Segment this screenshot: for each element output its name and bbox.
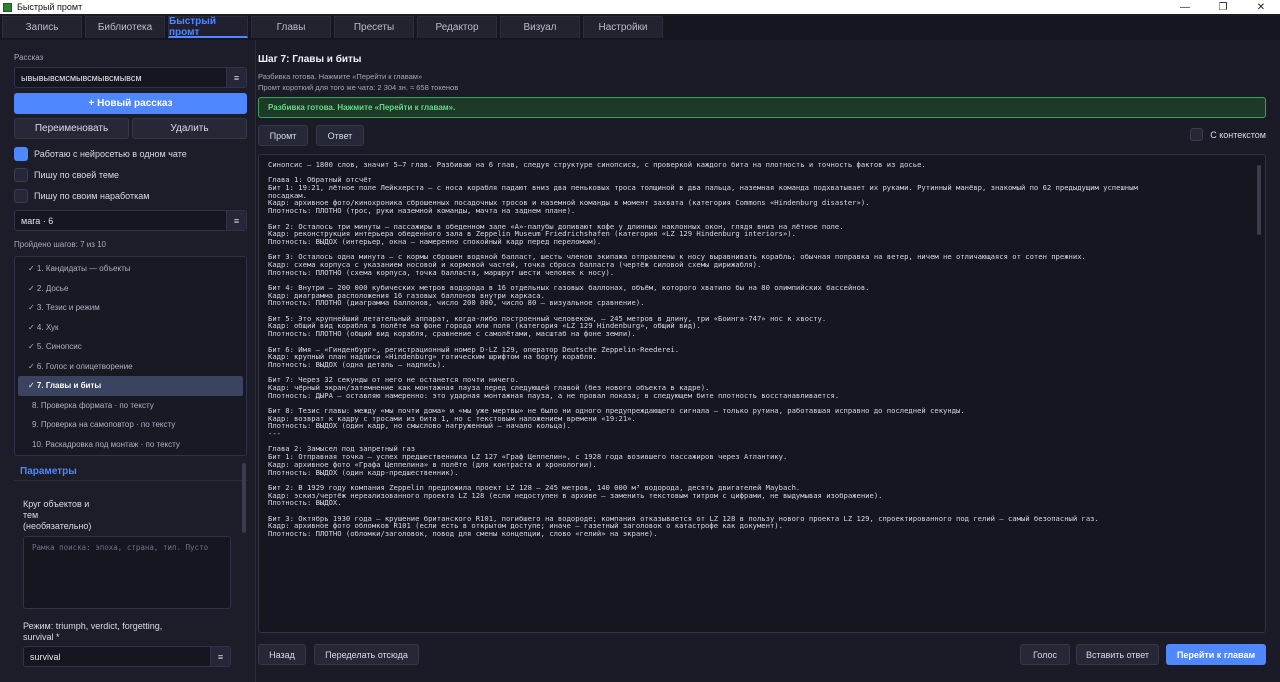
regime-label-line: survival * (23, 632, 60, 642)
minimize-icon[interactable]: — (1166, 0, 1204, 14)
output-line: --- (268, 429, 281, 439)
output-line: Кадр: эскиз/чертёж нереализованного прое… (268, 490, 883, 500)
mode-select-value: мага · 6 (21, 215, 54, 226)
check-one-chat[interactable]: Работаю с нейросетью в одном чате (14, 146, 187, 162)
tab-editor[interactable]: Редактор (417, 16, 497, 38)
back-button[interactable]: Назад (258, 644, 306, 665)
objects-label-line: (необязательно) (23, 521, 92, 531)
check-own-topic[interactable]: Пишу по своей теме (14, 167, 119, 183)
status-text: Разбивка готова. Нажмите «Перейти к глав… (258, 72, 423, 81)
params-title: Параметры (14, 463, 247, 481)
output-line: Бит 1: 19:21, лётное поле Лейкхерста — с… (268, 183, 1138, 193)
step-item-active[interactable]: ✓ 7. Главы и биты (18, 376, 243, 396)
step-item[interactable]: ✓ 2. Досье (18, 279, 243, 299)
output-line: Синопсис — 1800 слов, значит 5–7 глав. Р… (268, 160, 926, 169)
sidebar: Рассказ ывывывсмсмывсмывсмывсм ≡ + Новый… (0, 40, 256, 682)
tab-library[interactable]: Библиотека (85, 16, 165, 38)
rename-button[interactable]: Переименовать (14, 118, 129, 139)
delete-button[interactable]: Удалить (132, 118, 247, 139)
output-scrollbar[interactable] (1257, 165, 1261, 235)
checkbox-checked-icon[interactable] (14, 147, 28, 161)
steps-list: ✓ 1. Кандидаты — объекты ✓ 2. Досье ✓ 3.… (14, 256, 247, 456)
context-toggle[interactable]: С контекстом (1190, 128, 1266, 141)
menu-icon[interactable]: ≡ (226, 68, 246, 87)
output-line: Плотность: ПЛОТНО (схема корпуса, точка … (268, 267, 615, 277)
prompt-size-text: Промт короткий для того же чата: 2 304 з… (258, 83, 459, 92)
tab-visual[interactable]: Визуал (500, 16, 580, 38)
page-title: Шаг 7: Главы и биты (258, 54, 362, 65)
output-line: Плотность: ВЫДОХ (один кадр-предшественн… (268, 467, 459, 477)
step-item[interactable]: ✓ 5. Синопсис (18, 337, 243, 357)
output-line: Плотность: ВЫДОХ. (268, 498, 342, 508)
main-panel: Шаг 7: Главы и биты Разбивка готова. Наж… (257, 40, 1280, 682)
output-line: Плотность: ПЛОТНО (трос, руки наземной к… (268, 206, 576, 216)
window-title: Быстрый промт (17, 2, 83, 12)
objects-label: Круг объектов и тем (необязательно) (23, 499, 91, 532)
regime-select[interactable]: survival ≡ (23, 646, 231, 667)
window-titlebar: Быстрый промт — ❐ ✕ (0, 0, 1280, 14)
prompt-button[interactable]: Промт (258, 125, 308, 146)
check-one-chat-label: Работаю с нейросетью в одном чате (34, 149, 187, 159)
story-label: Рассказ (14, 53, 44, 62)
output-line: Плотность: ВЫДОХ (один кадр, но смыслово… (268, 421, 571, 431)
menu-icon[interactable]: ≡ (226, 211, 246, 230)
tab-record[interactable]: Запись (2, 16, 82, 38)
new-story-button[interactable]: + Новый рассказ (14, 93, 247, 114)
tab-presets[interactable]: Пресеты (334, 16, 414, 38)
tab-quick-prompt[interactable]: Быстрый промт (168, 16, 248, 38)
answer-button[interactable]: Ответ (316, 125, 364, 146)
story-select-value: ывывывсмсмывсмывсмывсм (21, 72, 142, 83)
output-lines: Синопсис — 1800 слов, значит 5–7 глав. Р… (268, 161, 1255, 538)
output-line: Плотность: ПЛОТНО (обломки/заголовок, по… (268, 529, 658, 538)
step-item[interactable]: 10. Раскадровка под монтаж · по тексту (18, 435, 243, 455)
output-line: Плотность: ВЫДОХ (одна деталь — надпись)… (268, 359, 446, 369)
check-own-drafts-label: Пишу по своим наработкам (34, 191, 150, 201)
context-label: С контекстом (1210, 129, 1266, 140)
tab-bar: Запись Библиотека Быстрый промт Главы Пр… (0, 16, 1280, 40)
maximize-icon[interactable]: ❐ (1204, 0, 1242, 14)
step-item[interactable]: ✓ 1. Кандидаты — объекты (18, 259, 243, 279)
regime-label: Режим: triumph, verdict, forgetting, sur… (23, 621, 162, 643)
mode-select[interactable]: мага · 6 ≡ (14, 210, 247, 231)
output-line: Плотность: ПЛОТНО (диаграмма баллонов, ч… (268, 298, 645, 308)
objects-textarea[interactable]: Рамка поиска: эпоха, страна, тип. Пусто (23, 536, 231, 609)
close-icon[interactable]: ✕ (1242, 0, 1280, 14)
objects-label-line: Круг объектов и (23, 499, 90, 509)
check-own-topic-label: Пишу по своей теме (34, 170, 120, 180)
regime-select-value: survival (30, 651, 61, 662)
insert-answer-button[interactable]: Вставить ответ (1076, 644, 1159, 665)
redo-button[interactable]: Переделать отсюда (314, 644, 419, 665)
success-banner: Разбивка готова. Нажмите «Перейти к глав… (258, 97, 1266, 118)
params-scrollbar[interactable] (242, 463, 246, 533)
go-to-chapters-button[interactable]: Перейти к главам (1166, 644, 1266, 665)
step-item[interactable]: ✓ 4. Хук (18, 318, 243, 338)
steps-progress: Пройдено шагов: 7 из 10 (14, 240, 107, 249)
step-item[interactable]: ✓ 3. Тезис и режим (18, 298, 243, 318)
menu-icon[interactable]: ≡ (210, 647, 230, 666)
checkbox-icon[interactable] (1190, 128, 1204, 141)
step-item[interactable]: 9. Проверка на самоповтор · по тексту (18, 415, 243, 435)
step-item[interactable]: ✓ 6. Голос и олицетворение (18, 357, 243, 377)
regime-label-line: Режим: triumph, verdict, forgetting, (23, 621, 163, 631)
checkbox-icon[interactable] (14, 189, 28, 203)
objects-label-line: тем (23, 510, 39, 520)
checkbox-icon[interactable] (14, 168, 28, 182)
voice-button[interactable]: Голос (1020, 644, 1070, 665)
tab-chapters[interactable]: Главы (251, 16, 331, 38)
output-line: Плотность: ВЫДОХ (интерьер, окна — намер… (268, 236, 602, 246)
step-item[interactable]: 8. Проверка формата · по тексту (18, 396, 243, 416)
check-own-drafts[interactable]: Пишу по своим наработкам (14, 188, 149, 204)
tab-settings[interactable]: Настройки (583, 16, 663, 38)
app-icon (3, 2, 12, 12)
output-text-area[interactable]: Синопсис — 1800 слов, значит 5–7 глав. Р… (258, 154, 1266, 633)
output-line: Плотность: ПЛОТНО (общий вид корабля, ср… (268, 329, 636, 339)
output-line: Плотность: ДЫРА — оставляю намеренно: эт… (268, 390, 840, 400)
story-select[interactable]: ывывывсмсмывсмывсмывсм ≡ (14, 67, 247, 88)
